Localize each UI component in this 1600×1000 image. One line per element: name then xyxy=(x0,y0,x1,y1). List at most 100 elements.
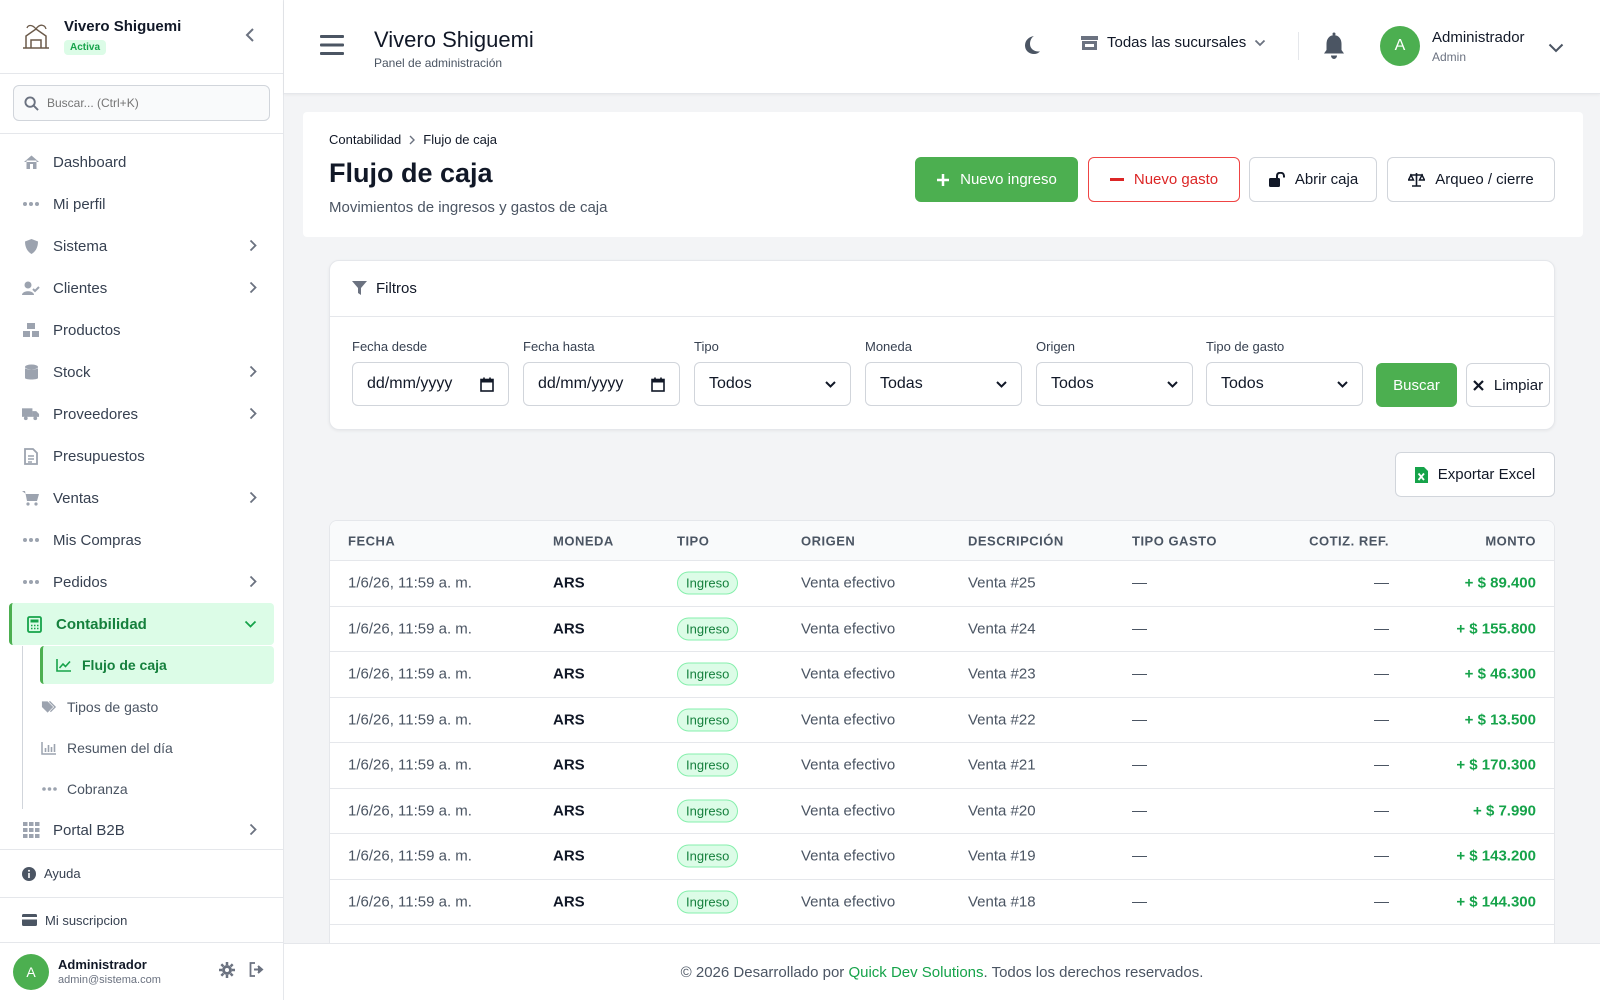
cell-monto: + $ 170.300 xyxy=(1456,756,1536,774)
help-link[interactable]: Ayuda xyxy=(0,849,283,897)
info-icon xyxy=(22,866,36,881)
column-header[interactable]: MONEDA xyxy=(553,533,614,548)
column-header[interactable]: TIPO xyxy=(677,533,709,548)
sidebar-item-label: Productos xyxy=(53,321,121,339)
cell-fecha: 1/6/26, 11:59 a. m. xyxy=(348,665,472,683)
theme-toggle-button[interactable] xyxy=(1023,35,1041,60)
avatar[interactable]: A xyxy=(1380,26,1420,66)
table-row[interactable]: 1/6/26, 11:59 a. m. ARS Ingreso Venta ef… xyxy=(330,698,1554,743)
date-from-input[interactable]: dd/mm/yyyy xyxy=(352,362,509,406)
column-header[interactable]: FECHA xyxy=(348,533,395,548)
sidebar-item-ventas[interactable]: Ventas xyxy=(0,477,283,519)
sidebar-item-mis-compras[interactable]: Mis Compras xyxy=(0,519,283,561)
column-header[interactable]: MONTO xyxy=(1485,533,1536,548)
clear-filters-button[interactable]: Limpiar xyxy=(1466,363,1550,407)
footer-company-link[interactable]: Quick Dev Solutions xyxy=(848,964,983,981)
sidebar-search[interactable] xyxy=(13,85,270,121)
breadcrumb-item[interactable]: Contabilidad xyxy=(329,132,401,147)
tipo-gasto-label: Tipo de gasto xyxy=(1206,339,1285,354)
search-icon xyxy=(24,95,39,111)
new-income-button[interactable]: Nuevo ingreso xyxy=(915,157,1078,202)
chevron-right-icon xyxy=(249,491,257,504)
sidebar-item-portal-b2b[interactable]: Portal B2B xyxy=(0,809,283,841)
sidebar-item-dashboard[interactable]: Dashboard xyxy=(0,141,283,183)
cash-close-label: Arqueo / cierre xyxy=(1435,171,1534,188)
sidebar-nav: Dashboard Mi perfil Sistema Clientes Pro… xyxy=(0,141,283,841)
user-menu-toggle[interactable] xyxy=(1548,40,1564,58)
cell-monto: + $ 13.500 xyxy=(1464,711,1536,729)
table-row[interactable]: 1/6/26, 11:59 a. m. ARS Ingreso Venta ef… xyxy=(330,880,1554,925)
open-cash-button[interactable]: Abrir caja xyxy=(1249,157,1377,202)
table-row[interactable]: 1/6/26, 11:59 a. m. ARS Ingreso Venta ef… xyxy=(330,743,1554,789)
cell-fecha: 1/6/26, 11:59 a. m. xyxy=(348,620,472,638)
tags-icon xyxy=(41,699,57,715)
cash-close-button[interactable]: Arqueo / cierre xyxy=(1387,157,1555,202)
avatar[interactable]: A xyxy=(13,953,49,990)
sidebar: Vivero Shiguemi Activa Dashboard Mi perf… xyxy=(0,0,284,1000)
sidebar-item-presupuestos[interactable]: Presupuestos xyxy=(0,435,283,477)
collapse-sidebar-button[interactable] xyxy=(241,26,259,44)
cell-fecha: 1/6/26, 11:59 a. m. xyxy=(348,711,472,729)
logout-icon[interactable] xyxy=(249,962,265,977)
type-badge: Ingreso xyxy=(677,708,739,732)
type-badge: Ingreso xyxy=(677,662,739,686)
calendar-icon[interactable] xyxy=(651,377,665,392)
date-from-label: Fecha desde xyxy=(352,339,428,354)
sidebar-item-sistema[interactable]: Sistema xyxy=(0,225,283,267)
sidebar-item-clientes[interactable]: Clientes xyxy=(0,267,283,309)
tipo-gasto-select[interactable]: Todos xyxy=(1206,362,1363,406)
chevron-down-icon xyxy=(996,380,1007,388)
filters-panel: Filtros Fecha desde dd/mm/yyyy Fecha has… xyxy=(329,260,1555,430)
sidebar-user: A Administrador admin@sistema.com xyxy=(0,942,283,1000)
boxes-icon xyxy=(22,321,40,339)
sidebar-item-label: Presupuestos xyxy=(53,447,145,465)
gear-icon[interactable] xyxy=(219,962,235,978)
cell-monto: + $ 46.300 xyxy=(1464,665,1536,683)
chevron-down-icon xyxy=(825,380,836,388)
search-button[interactable]: Buscar xyxy=(1376,363,1457,407)
user-name: Administrador xyxy=(1432,29,1525,46)
sidebar-item-mi-perfil[interactable]: Mi perfil xyxy=(0,183,283,225)
column-header[interactable]: COTIZ. REF. xyxy=(1309,533,1389,548)
breadcrumb-item-current: Flujo de caja xyxy=(423,132,497,147)
bar-chart-icon xyxy=(41,740,57,756)
table-row[interactable]: 1/6/26, 11:59 a. m. ARS Ingreso Venta ef… xyxy=(330,789,1554,834)
table-row[interactable]: 1/6/26, 11:59 a. m. ARS Ingreso Venta ef… xyxy=(330,834,1554,880)
sidebar-item-pedidos[interactable]: Pedidos xyxy=(0,561,283,603)
grid-icon xyxy=(22,821,40,839)
origen-select[interactable]: Todos xyxy=(1036,362,1193,406)
column-header[interactable]: DESCRIPCIÓN xyxy=(968,533,1064,548)
sidebar-subitem-cobranza[interactable]: Cobranza xyxy=(23,768,283,809)
sidebar-item-label: Pedidos xyxy=(53,573,108,591)
search-input[interactable] xyxy=(47,96,247,110)
store-icon xyxy=(1081,35,1098,50)
date-to-input[interactable]: dd/mm/yyyy xyxy=(523,362,680,406)
sidebar-item-productos[interactable]: Productos xyxy=(0,309,283,351)
branch-selector[interactable]: Todas las sucursales xyxy=(1080,34,1266,51)
new-expense-button[interactable]: Nuevo gasto xyxy=(1088,157,1240,202)
column-header[interactable]: TIPO GASTO xyxy=(1132,533,1217,548)
cell-descripcion: Venta #22 xyxy=(968,711,1036,729)
table-row[interactable]: 1/6/26, 11:59 a. m. ARS Ingreso Venta ef… xyxy=(330,652,1554,698)
sidebar-item-contabilidad[interactable]: Contabilidad xyxy=(9,603,274,645)
column-header[interactable]: ORIGEN xyxy=(801,533,855,548)
export-excel-button[interactable]: Exportar Excel xyxy=(1395,452,1555,497)
sidebar-subitem-resumen-del-dia[interactable]: Resumen del día xyxy=(23,727,283,768)
user-menu[interactable]: Administrador Admin xyxy=(1432,29,1525,64)
tipo-select[interactable]: Todos xyxy=(694,362,851,406)
sidebar-subitem-flujo-de-caja[interactable]: Flujo de caja xyxy=(40,646,274,684)
sidebar-item-label: Clientes xyxy=(53,279,108,297)
moneda-select[interactable]: Todas xyxy=(865,362,1022,406)
sidebar-item-proveedores[interactable]: Proveedores xyxy=(0,393,283,435)
subscription-link[interactable]: Mi suscripcion xyxy=(0,897,283,942)
cell-fecha: 1/6/26, 11:59 a. m. xyxy=(348,574,472,592)
cell-cotiz: — xyxy=(1374,847,1389,865)
sidebar-item-stock[interactable]: Stock xyxy=(0,351,283,393)
table-row[interactable]: 1/6/26, 11:59 a. m. ARS Ingreso Venta ef… xyxy=(330,561,1554,607)
sidebar-subitem-tipos-de-gasto[interactable]: Tipos de gasto xyxy=(23,686,283,727)
calendar-icon[interactable] xyxy=(480,377,494,392)
credit-card-icon xyxy=(22,914,37,926)
table-row[interactable]: 1/6/26, 11:59 a. m. ARS Ingreso Venta ef… xyxy=(330,607,1554,652)
menu-toggle-button[interactable] xyxy=(320,34,344,56)
notifications-button[interactable] xyxy=(1322,32,1346,65)
